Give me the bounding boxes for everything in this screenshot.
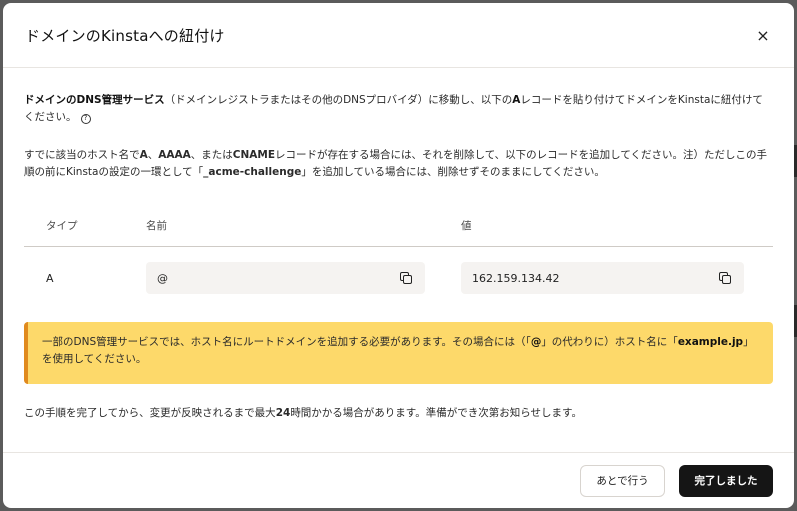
note-bold: _acme-challenge	[203, 166, 302, 178]
name-cell: @	[146, 262, 461, 294]
warning-bold: example.jp	[677, 336, 744, 348]
header-type: タイプ	[46, 220, 78, 232]
dialog-header: ドメインのKinstaへの紐付け ×	[3, 3, 794, 68]
propagation-bold: 24	[275, 407, 291, 419]
warning-text-part: 一部のDNS管理サービスでは、ホスト名にルートドメインを追加する必要があります。…	[42, 336, 531, 348]
dns-service-label: ドメインのDNS管理サービス	[24, 94, 165, 106]
dialog-body: ドメインのDNS管理サービス（ドメインレジストラまたはその他のDNSプロバイダ）…	[3, 92, 794, 420]
dialog-title: ドメインのKinstaへの紐付け	[25, 26, 225, 45]
note-bold: AAAA	[158, 149, 191, 161]
root-domain-warning: 一部のDNS管理サービスでは、ホスト名にルートドメインを追加する必要があります。…	[24, 322, 773, 384]
record-name: @	[157, 271, 168, 285]
note-text-part: 」を追加している場合には、削除せずそのままにしてください。	[301, 166, 605, 178]
propagation-text-part: 時間かかる場合があります。準備ができ次第お知らせします。	[290, 407, 583, 419]
note-text-part: 、または	[190, 149, 233, 161]
header-value: 値	[461, 220, 472, 232]
propagation-note: この手順を完了してから、変更が反映されるまで最大24時間かかる場合があります。準…	[24, 405, 773, 420]
note-bold: A	[139, 149, 148, 161]
copy-icon[interactable]	[400, 271, 413, 285]
name-copy-field: @	[146, 262, 425, 294]
note-text-part: 、	[147, 149, 159, 161]
record-value: 162.159.134.42	[472, 271, 560, 285]
header-name: 名前	[146, 220, 167, 232]
record-type: A	[46, 271, 54, 285]
done-button[interactable]: 完了しました	[679, 464, 773, 497]
close-button[interactable]: ×	[752, 24, 774, 46]
value-copy-field: 162.159.134.42	[461, 262, 744, 294]
connect-domain-dialog: ドメインのKinstaへの紐付け × ドメインのDNS管理サービス（ドメインレジ…	[3, 3, 794, 508]
close-icon[interactable]: ×	[756, 26, 769, 45]
intro-text-part: （ドメインレジストラまたはその他のDNSプロバイダ）に移動し、以下の	[164, 94, 513, 106]
table-header: タイプ 名前 値	[24, 207, 773, 247]
existing-record-note: すでに該当のホスト名でA、AAAA、またはCNAMEレコードが存在する場合には、…	[24, 147, 773, 181]
dns-record-table: タイプ 名前 値 A @ 162.159.134.42	[24, 207, 773, 309]
intro-text-part: レコードを貼り付けてドメインを	[520, 94, 678, 106]
note-bold: CNAME	[232, 149, 276, 161]
warning-text-part: 」の代わりに）ホスト名に「	[541, 336, 678, 348]
do-later-button[interactable]: あとで行う	[580, 464, 665, 497]
value-cell: 162.159.134.42	[461, 262, 773, 294]
intro-text: ドメインのDNS管理サービス（ドメインレジストラまたはその他のDNSプロバイダ）…	[24, 92, 773, 126]
table-row: A @ 162.159.134.42	[24, 247, 773, 309]
dialog-footer: あとで行う 完了しました	[3, 452, 794, 508]
propagation-text-part: この手順を完了してから、変更が反映されるまで最大	[24, 407, 276, 419]
warning-bold: @	[530, 336, 542, 348]
copy-icon[interactable]	[719, 271, 732, 285]
note-text-part: すでに該当のホスト名で	[24, 149, 140, 161]
kinsta-label: Kinsta	[677, 94, 711, 106]
help-icon[interactable]: ?	[80, 113, 91, 124]
